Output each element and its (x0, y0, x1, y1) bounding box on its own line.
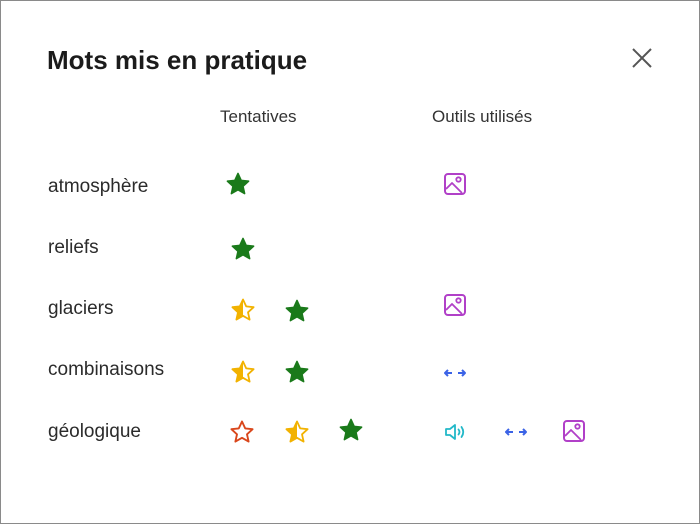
speaker-icon (442, 419, 468, 445)
star-filled-green-icon (338, 417, 364, 443)
dialog-title: Mots mis en pratique (47, 45, 308, 75)
word-label: reliefs (48, 237, 99, 258)
star-outline-red-icon (229, 419, 255, 445)
star-half-yellow-icon (230, 359, 256, 385)
star-filled-green-icon (225, 171, 251, 197)
star-filled-green-icon (284, 298, 310, 324)
word-label: combinaisons (48, 359, 165, 380)
words-practiced-dialog: Mots mis en pratique Tentatives Outils u… (0, 0, 700, 524)
star-filled-green-icon (284, 359, 310, 385)
word-label: glaciers (48, 298, 114, 319)
image-tool-icon (561, 418, 587, 444)
star-filled-green-icon (230, 236, 256, 262)
close-icon (632, 48, 652, 68)
image-tool-icon (442, 292, 468, 318)
syllables-split-icon (503, 419, 529, 445)
syllables-split-icon (442, 360, 468, 386)
tools-column-header: Outils utilisés (432, 107, 533, 126)
close-button[interactable] (629, 45, 655, 71)
star-half-yellow-icon (230, 297, 256, 323)
word-label: géologique (48, 421, 141, 442)
attempts-column-header: Tentatives (220, 107, 297, 126)
star-half-yellow-icon (284, 419, 310, 445)
image-tool-icon (442, 171, 468, 197)
word-label: atmosphère (48, 176, 149, 197)
